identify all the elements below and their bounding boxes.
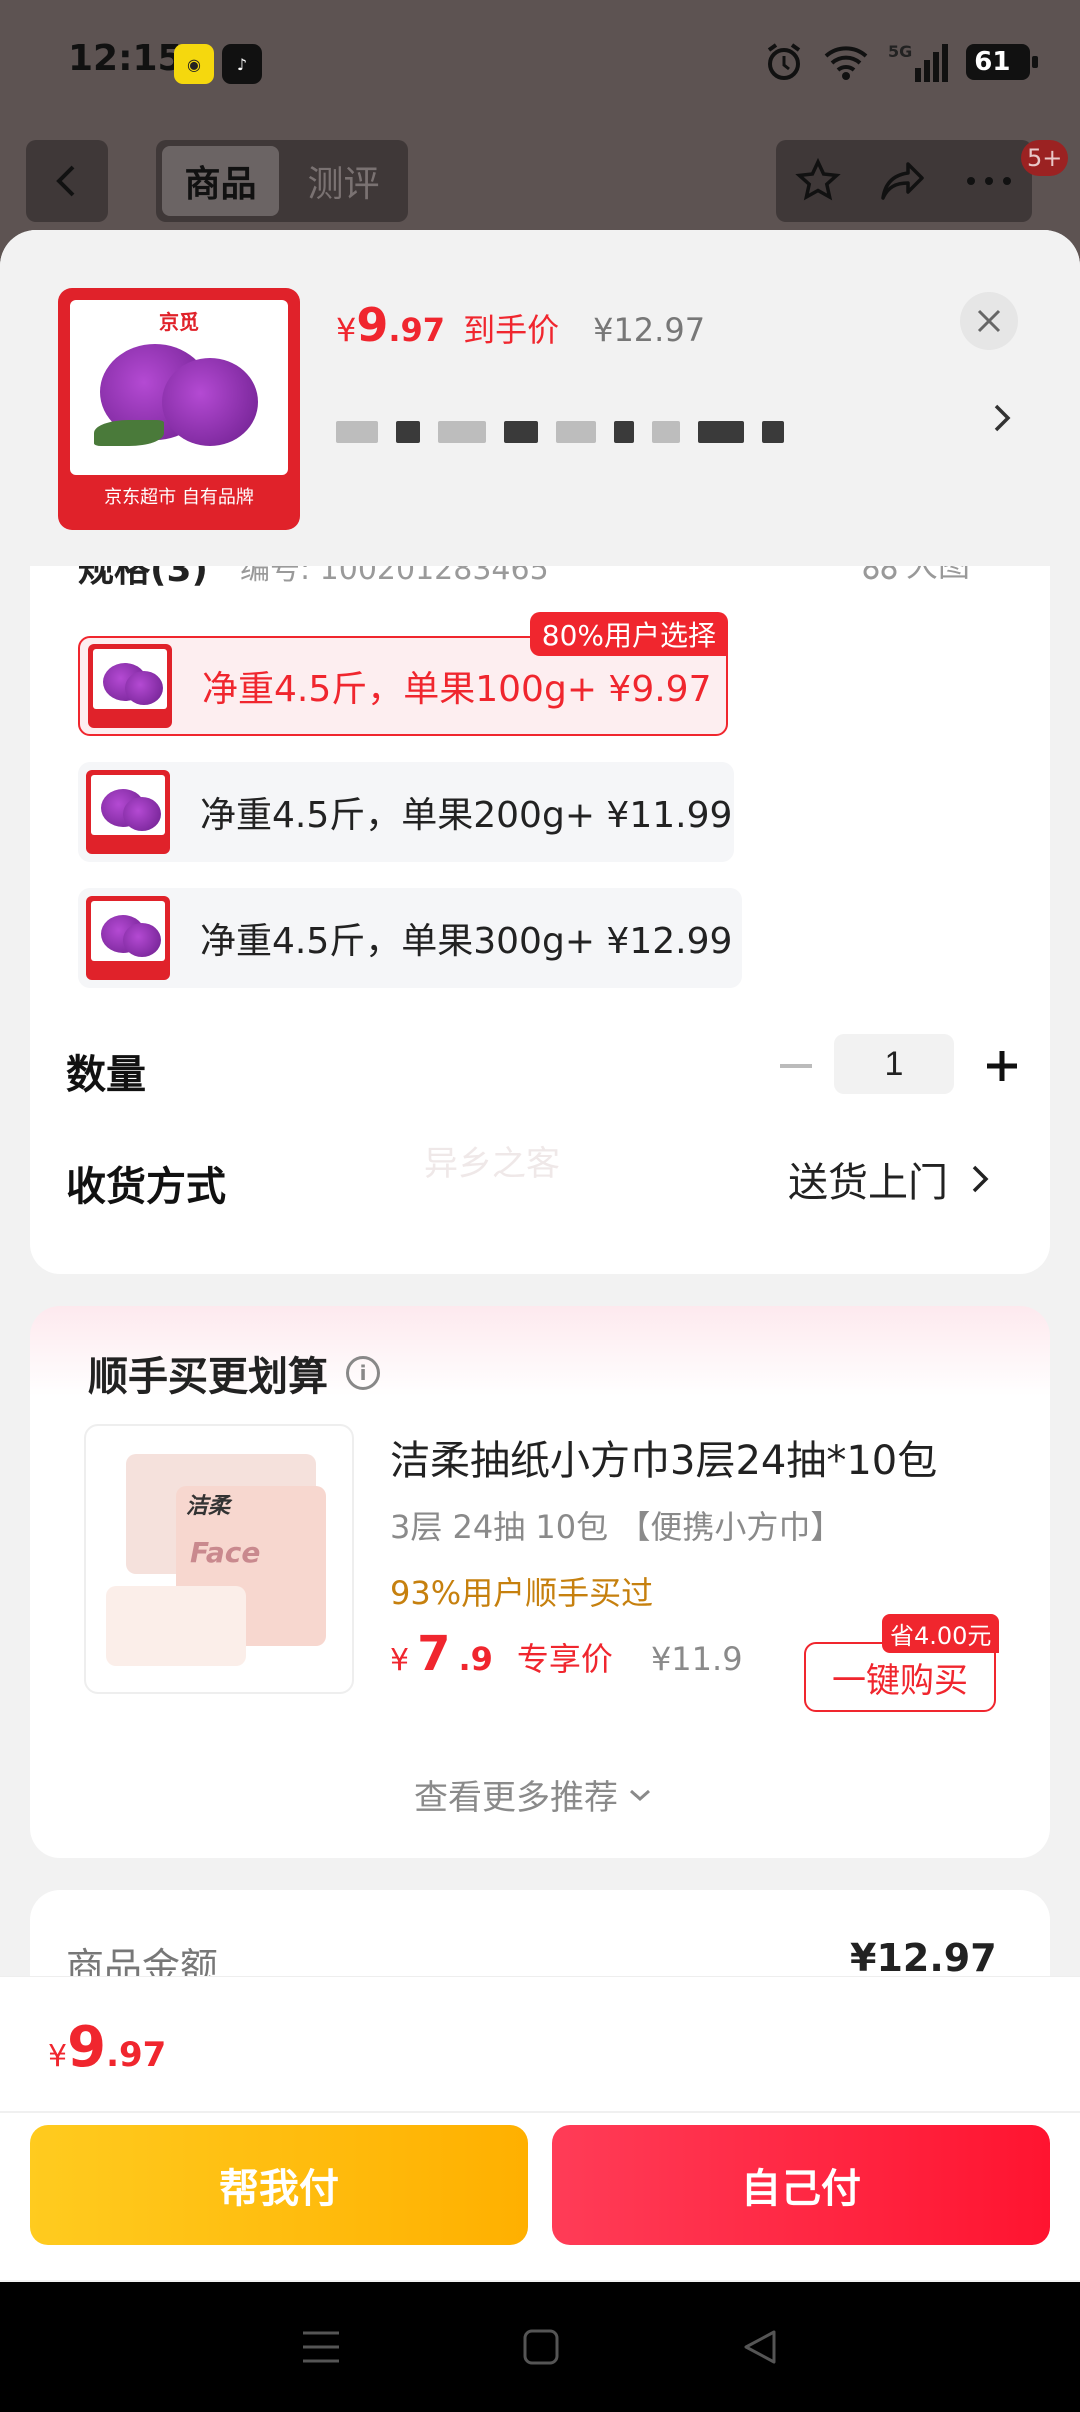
network-label: 5G <box>888 42 913 61</box>
price-decimal: .97 <box>106 2035 167 2075</box>
wifi-icon <box>824 46 868 80</box>
recommendation-social-proof: 93%用户顺手买过 <box>390 1574 654 1612</box>
price-label: 到手价 <box>463 311 560 349</box>
star-icon[interactable] <box>794 158 841 204</box>
divider <box>0 2111 1080 2113</box>
more-recommendations-label: 查看更多推荐 <box>414 1778 618 1818</box>
product-image: 京觅 京东超市 自有品牌 <box>58 288 300 530</box>
product-price-row: ¥9.97 到手价 ¥12.97 <box>336 298 705 352</box>
price-symbol: ¥ <box>390 1643 410 1678</box>
chevron-right-icon[interactable] <box>990 400 1014 436</box>
minus-icon <box>780 1064 812 1068</box>
delivery-method-selector[interactable]: 送货上门 <box>788 1150 990 1208</box>
help-me-pay-button[interactable]: 帮我付 <box>30 2125 528 2245</box>
more-icon[interactable] <box>965 175 1013 187</box>
recommendation-title: 顺手买更划算 <box>88 1354 328 1400</box>
price-decimal: .9 <box>458 1640 493 1678</box>
price-label: 专享价 <box>516 1640 613 1678</box>
price-integer: 9 <box>356 298 389 352</box>
recommendation-price: ¥7.9 专享价 ¥11.9 <box>390 1626 743 1682</box>
quantity-decrease-button[interactable] <box>776 1046 816 1086</box>
plus-icon <box>987 1051 1017 1081</box>
amount-value: ¥12.97 <box>850 1936 997 1980</box>
close-icon <box>977 309 1001 333</box>
status-time: 12:15 <box>68 38 183 79</box>
system-nav-bar <box>0 2282 1080 2412</box>
price-decimal: .97 <box>388 311 446 349</box>
original-price: ¥11.9 <box>650 1640 743 1678</box>
home-icon[interactable] <box>522 2328 560 2366</box>
variant-label: 净重4.5斤，单果100g+ ¥9.97 <box>202 669 712 710</box>
quantity-input[interactable] <box>834 1034 954 1094</box>
battery-level: 61 <box>974 47 1011 77</box>
tissue-face-text: Face <box>190 1536 261 1569</box>
recommendation-image[interactable]: 洁柔 Face <box>84 1424 354 1694</box>
product-image-caption: 京东超市 自有品牌 <box>104 487 254 508</box>
tissue-brand-text: 洁柔 <box>186 1494 231 1519</box>
price-integer: 9 <box>67 2015 107 2080</box>
quantity-increase-button[interactable] <box>978 1042 1026 1090</box>
savings-tag: 省4.00元 <box>882 1614 1000 1653</box>
purchase-sheet: 京觅 京东超市 自有品牌 ¥9.97 到手价 ¥12.97 规格(3) 编号: … <box>0 230 1080 2282</box>
variant-thumbnail <box>88 644 172 728</box>
product-header: 京觅 京东超市 自有品牌 ¥9.97 到手价 ¥12.97 <box>0 230 1080 566</box>
alarm-icon <box>767 43 801 80</box>
tiktok-icon: ♪ <box>222 44 262 84</box>
pay-myself-button[interactable]: 自己付 <box>552 2125 1050 2245</box>
product-brand: 京觅 <box>159 310 199 334</box>
watermark: 异乡之客 <box>424 1144 560 1184</box>
recommendation-title-row: 顺手买更划算 i <box>88 1344 380 1402</box>
price-integer: 7 <box>417 1626 451 1682</box>
checkout-bar: ¥9.97 帮我付 自己付 <box>0 1976 1080 2280</box>
total-price: ¥9.97 <box>48 2015 166 2080</box>
menu-icon[interactable] <box>301 2329 341 2365</box>
back-button[interactable] <box>26 140 108 222</box>
variant-thumbnail <box>86 896 170 980</box>
recommendation-spec: 3层 24抽 10包 【便携小方巾】 <box>390 1508 843 1546</box>
variant-label: 净重4.5斤，单果200g+ ¥11.99 <box>200 795 733 836</box>
cart-badge: 5+ <box>1021 140 1069 176</box>
share-icon[interactable] <box>878 158 928 204</box>
tab-product[interactable]: 商品 <box>162 146 279 216</box>
top-tabs: 商品 测评 <box>156 140 408 222</box>
back-icon[interactable] <box>741 2328 779 2366</box>
close-button[interactable] <box>960 292 1018 350</box>
variant-label: 净重4.5斤，单果300g+ ¥12.99 <box>200 921 733 962</box>
chevron-down-icon <box>630 1789 650 1801</box>
variant-option[interactable]: 净重4.5斤，单果300g+ ¥12.99 <box>78 888 742 988</box>
chevron-right-icon <box>972 1165 989 1193</box>
options-card: 规格(3) 编号: 100201283465 大图 净重4.5斤，单果100g+… <box>30 530 1050 1274</box>
recommendation-card: 顺手买更划算 i 洁柔 Face 洁柔抽纸小方巾3层24抽*10包 3层 24抽… <box>30 1306 1050 1858</box>
more-recommendations-link[interactable]: 查看更多推荐 <box>414 1770 652 1819</box>
variant-option[interactable]: 净重4.5斤，单果200g+ ¥11.99 <box>78 762 734 862</box>
delivery-label: 收货方式 <box>66 1164 226 1210</box>
info-icon[interactable]: i <box>346 1356 380 1390</box>
variant-option[interactable]: 净重4.5斤，单果100g+ ¥9.97 80%用户选择 <box>78 612 728 736</box>
tab-review[interactable]: 测评 <box>285 146 402 216</box>
signal-5g-icon: 5G <box>888 42 949 82</box>
status-right-icons: 5G 61 <box>764 38 1039 86</box>
product-title-redacted <box>336 402 876 462</box>
variant-thumbnail <box>86 770 170 854</box>
quantity-label: 数量 <box>66 1052 146 1098</box>
battery-icon: 61 <box>966 44 1039 80</box>
original-price: ¥12.97 <box>593 311 706 349</box>
popular-tag: 80%用户选择 <box>529 612 728 656</box>
recommendation-name[interactable]: 洁柔抽纸小方巾3层24抽*10包 <box>390 1428 937 1486</box>
delivery-value: 送货上门 <box>788 1160 948 1206</box>
price-symbol: ¥ <box>336 311 357 349</box>
app-notification-icon: ◉ <box>174 44 214 84</box>
price-symbol: ¥ <box>48 2039 68 2074</box>
top-actions <box>776 140 1032 222</box>
chevron-left-icon <box>56 165 75 197</box>
